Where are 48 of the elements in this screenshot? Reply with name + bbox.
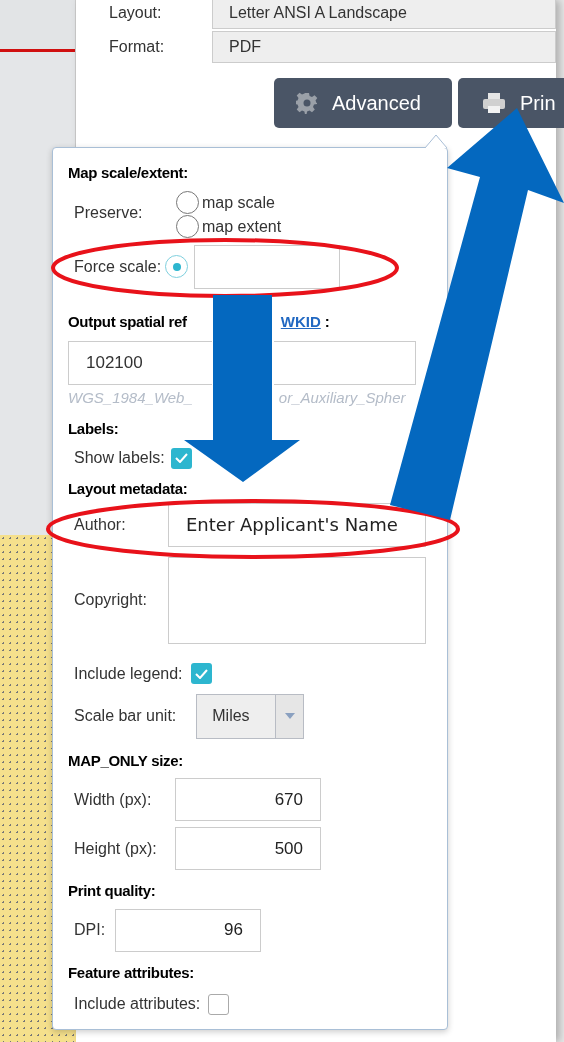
select-field[interactable]: Letter ANSI A Landscape [212,0,556,29]
spatial-reference-name: or_Auxiliary_Spher [278,388,406,408]
field-label: Copyright: [74,590,148,610]
checkmark-icon [194,668,208,679]
checkmark-icon [174,453,188,463]
printer-icon [482,92,506,114]
radio-button[interactable] [165,255,189,278]
spatial-reference-name: WGS_1984_Web_ [68,388,193,408]
field-label: Format: [108,37,166,57]
checkbox[interactable] [208,993,230,1015]
section-heading: Layout metadata: [68,479,189,499]
field-label: Width (px): [74,789,153,810]
checkbox[interactable] [190,663,212,684]
field-label: Force scale: [74,256,162,277]
dpi-input[interactable]: 96 [115,908,261,952]
field-label: Author: [74,514,127,535]
field-label: Scale bar unit: [74,706,177,726]
size-input[interactable]: 670 [175,778,321,821]
radio-label: map extent [202,216,282,237]
radio-label: map scale [202,192,275,213]
field-label: Height (px): [74,838,158,859]
field-label: Show labels: [74,448,165,468]
checkbox[interactable] [170,447,192,469]
copyright-input[interactable] [168,556,426,644]
radio-button[interactable] [176,215,199,238]
section-heading: Print quality: [68,881,157,901]
section-heading: Labels: [68,418,120,439]
heading-colon: : [324,311,330,332]
print-button[interactable]: Prin [458,78,564,128]
section-heading: Feature attributes: [68,962,195,983]
section-heading: Map scale/extent: [68,163,189,183]
field-label: DPI: [74,920,107,940]
wkid-input[interactable]: 102100 [68,341,212,385]
section-heading: Output spatial ref [68,311,187,332]
caret-icon [284,713,295,719]
field-label: Preserve: [74,202,144,223]
gear-icon [296,92,318,114]
unit-dropdown[interactable]: Miles [196,693,305,739]
field-label: Include attributes: [74,994,201,1014]
select-field[interactable]: PDF [212,31,556,63]
wkid-link[interactable]: WKID [280,310,321,333]
radio-button[interactable] [176,191,199,214]
size-input[interactable]: 500 [175,827,321,870]
advanced-button[interactable]: Advanced [274,78,452,128]
field-label: Layout: [108,3,163,23]
scale-input[interactable] [194,244,341,289]
section-heading: MAP_ONLY size: [68,750,184,771]
field-label: Include legend: [74,663,183,684]
